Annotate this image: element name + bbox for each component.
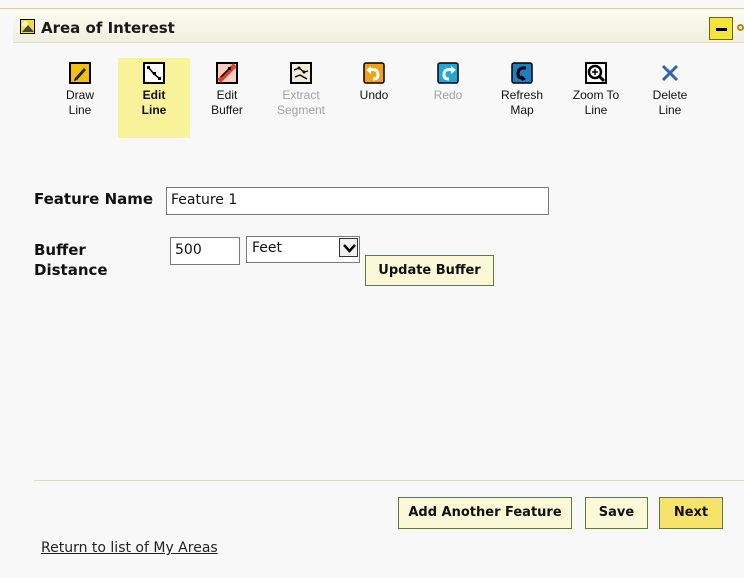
draw-line-icon [69,62,91,84]
next-button[interactable]: Next [659,497,723,529]
tool-label: Refresh Map [500,88,544,117]
buffer-unit-select[interactable]: Feet [246,236,360,263]
divider [34,480,744,481]
feature-name-label: Feature Name [34,190,154,208]
tool-label: Draw Line [65,88,94,117]
edit-line-button[interactable]: Edit Line [118,58,190,138]
save-button[interactable]: Save [585,497,648,529]
extract-segment-button[interactable]: Extract Segment [265,58,337,138]
edit-buffer-button[interactable]: Edit Buffer [191,58,263,138]
return-to-my-areas-link[interactable]: Return to list of My Areas [41,540,218,556]
tool-label: Undo [359,88,389,102]
zoom-to-line-button[interactable]: Zoom To Line [560,58,632,138]
extract-segment-icon [290,62,312,84]
buffer-distance-label-line1: Buffer [34,241,86,259]
panel-title: Area of Interest [41,19,175,37]
redo-icon [437,62,459,84]
tool-label: Delete Line [652,88,688,117]
add-another-feature-button[interactable]: Add Another Feature [398,497,572,529]
tool-label: Redo [433,88,463,102]
tool-label: Edit Buffer [211,88,243,117]
panel-header: Area of Interest [13,10,744,43]
toolbar: Draw Line Edit Line Edit Buffer Extract … [44,58,724,138]
feature-name-input[interactable]: Feature 1 [166,187,549,215]
undo-button[interactable]: Undo [338,58,410,138]
chevron-down-icon[interactable] [339,238,358,257]
refresh-map-button[interactable]: Refresh Map [486,58,558,138]
delete-line-icon [659,62,681,84]
top-border [0,0,744,9]
minus-icon [716,28,727,31]
redo-button[interactable]: Redo [412,58,484,138]
pin-icon[interactable] [737,24,744,31]
undo-icon [363,62,385,84]
buffer-unit-value: Feet [252,240,283,256]
tool-label: Zoom To Line [572,88,620,117]
draw-line-button[interactable]: Draw Line [44,58,116,138]
zoom-to-line-icon [585,62,607,84]
collapse-button[interactable] [709,17,733,40]
refresh-map-icon [511,62,533,84]
delete-line-button[interactable]: Delete Line [634,58,706,138]
tool-label: Edit Line [141,88,167,117]
edit-buffer-icon [216,62,238,84]
buffer-distance-input[interactable]: 500 [170,237,240,265]
buffer-distance-label-line2: Distance [34,261,108,279]
aoi-logo-icon [20,19,35,34]
update-buffer-button[interactable]: Update Buffer [365,255,494,286]
edit-line-icon [143,62,165,84]
tool-label: Extract Segment [276,88,326,117]
